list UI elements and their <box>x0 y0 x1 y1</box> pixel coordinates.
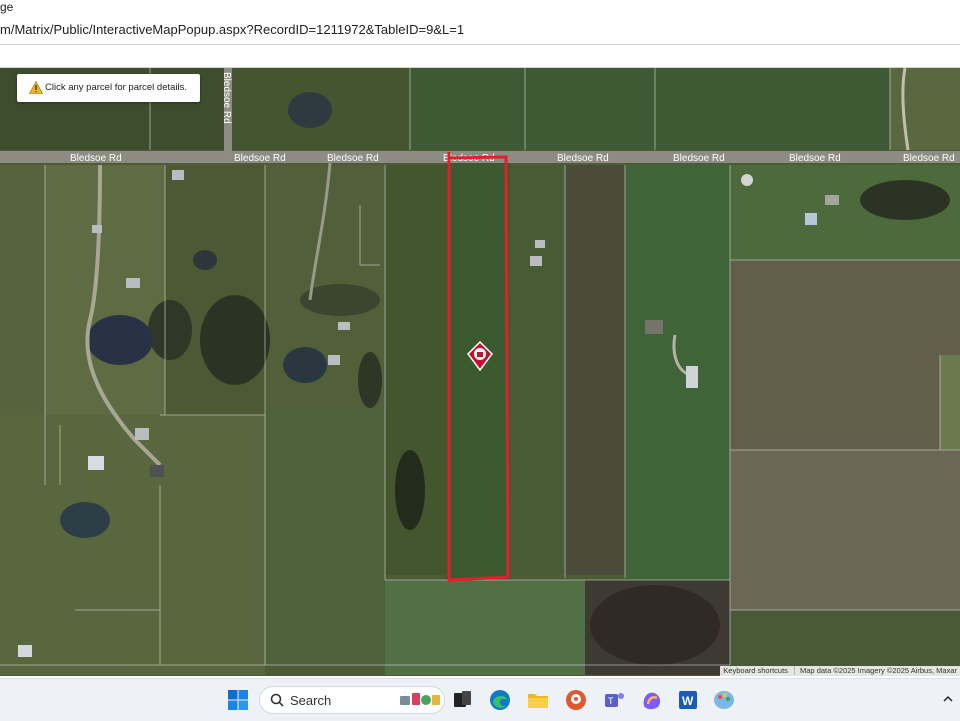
map-imagery[interactable]: Bledsoe Rd Bledsoe Rd Bledsoe Rd Bledsoe… <box>0 68 960 676</box>
window-title: ge <box>0 0 14 14</box>
teams-icon[interactable]: T <box>602 688 626 712</box>
task-view-icon[interactable] <box>450 688 474 712</box>
road-label: Bledsoe Rd <box>903 153 955 164</box>
search-placeholder: Search <box>290 693 332 708</box>
road-label: Bledsoe Rd <box>234 153 286 164</box>
windows-start-icon[interactable] <box>226 688 250 712</box>
address-bar[interactable]: m/Matrix/Public/InteractiveMapPopup.aspx… <box>0 16 960 45</box>
road-label: Bledsoe Rd <box>557 153 609 164</box>
map-header-strip <box>0 45 960 68</box>
word-icon[interactable]: W <box>676 688 700 712</box>
search-highlight-icon <box>400 693 440 705</box>
satellite-map[interactable]: Bledsoe Rd Bledsoe Rd Bledsoe Rd Bledsoe… <box>0 68 960 676</box>
road-label: Bledsoe Rd <box>70 153 122 164</box>
windows-taskbar: Search T W <box>0 678 960 721</box>
chevron-up-icon[interactable] <box>942 693 954 705</box>
taskbar-search-box[interactable]: Search <box>259 686 445 714</box>
map-data-credit: Map data ©2025 Imagery ©2025 Airbus, Max… <box>800 666 957 675</box>
road-label: Bledsoe Rd <box>327 153 379 164</box>
copilot-icon[interactable] <box>640 688 664 712</box>
duckduckgo-icon[interactable] <box>564 688 588 712</box>
svg-text:T: T <box>608 696 614 706</box>
tooltip-text: Click any parcel for parcel details. <box>45 82 188 93</box>
edge-icon[interactable] <box>488 688 512 712</box>
url-text[interactable]: m/Matrix/Public/InteractiveMapPopup.aspx… <box>0 22 464 38</box>
window-title-bar: ge <box>0 0 960 16</box>
road-label-vertical: Bledsoe Rd <box>221 72 232 124</box>
parcel-tooltip: Click any parcel for parcel details. <box>17 74 200 102</box>
file-explorer-icon[interactable] <box>526 688 550 712</box>
road-label: Bledsoe Rd <box>789 153 841 164</box>
road-label: Bledsoe Rd <box>673 153 725 164</box>
keyboard-shortcuts-link[interactable]: Keyboard shortcuts <box>720 666 795 675</box>
warning-icon <box>29 81 43 94</box>
map-attribution: Keyboard shortcuts Map data ©2025 Imager… <box>720 666 960 676</box>
paint-icon[interactable] <box>712 688 736 712</box>
search-icon <box>270 693 284 707</box>
svg-text:W: W <box>682 694 694 708</box>
